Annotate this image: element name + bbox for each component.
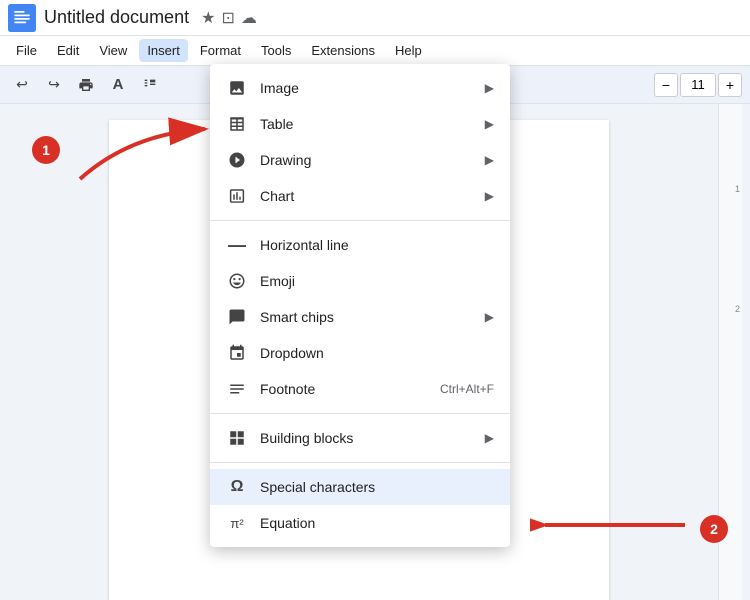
menu-help[interactable]: Help bbox=[387, 39, 430, 62]
ruler-mark-1: 1 bbox=[735, 184, 740, 194]
menu-extensions[interactable]: Extensions bbox=[303, 39, 383, 62]
table-label: Table bbox=[260, 116, 485, 132]
menu-bar: File Edit View Insert Format Tools Exten… bbox=[0, 36, 750, 66]
menu-item-drawing[interactable]: Drawing ▶ bbox=[210, 142, 510, 178]
drawing-icon bbox=[226, 149, 248, 171]
image-icon bbox=[226, 77, 248, 99]
drawing-arrow: ▶ bbox=[485, 153, 494, 167]
document-title[interactable]: Untitled document bbox=[44, 7, 189, 28]
menu-format[interactable]: Format bbox=[192, 39, 249, 62]
image-label: Image bbox=[260, 80, 485, 96]
increase-font-button[interactable]: + bbox=[718, 73, 742, 97]
table-icon bbox=[226, 113, 248, 135]
menu-view[interactable]: View bbox=[91, 39, 135, 62]
menu-item-table[interactable]: Table ▶ bbox=[210, 106, 510, 142]
menu-item-dropdown[interactable]: Dropdown bbox=[210, 335, 510, 371]
footnote-icon bbox=[226, 378, 248, 400]
horizontal-line-icon: — bbox=[226, 234, 248, 256]
image-arrow: ▶ bbox=[485, 81, 494, 95]
dropdown-label: Dropdown bbox=[260, 345, 494, 361]
title-icons: ★ ⊡ ☁ bbox=[201, 8, 257, 28]
menu-item-footnote[interactable]: Footnote Ctrl+Alt+F bbox=[210, 371, 510, 407]
menu-file[interactable]: File bbox=[8, 39, 45, 62]
font-size-input[interactable] bbox=[680, 73, 716, 97]
special-characters-label: Special characters bbox=[260, 479, 494, 495]
insert-icon-btn[interactable] bbox=[136, 71, 164, 99]
star-icon[interactable]: ★ bbox=[201, 8, 215, 28]
menu-insert[interactable]: Insert bbox=[139, 39, 188, 62]
print-button[interactable] bbox=[72, 71, 100, 99]
chart-arrow: ▶ bbox=[485, 189, 494, 203]
menu-item-special-characters[interactable]: Ω Special characters bbox=[210, 469, 510, 505]
menu-item-chart[interactable]: Chart ▶ bbox=[210, 178, 510, 214]
building-blocks-icon bbox=[226, 427, 248, 449]
docs-icon bbox=[8, 4, 36, 32]
table-arrow: ▶ bbox=[485, 117, 494, 131]
scrollbar[interactable] bbox=[742, 104, 750, 600]
smart-chips-arrow: ▶ bbox=[485, 310, 494, 324]
horizontal-line-label: Horizontal line bbox=[260, 237, 494, 253]
footnote-shortcut: Ctrl+Alt+F bbox=[440, 382, 494, 396]
menu-item-smart-chips[interactable]: Smart chips ▶ bbox=[210, 299, 510, 335]
badge-1: 1 bbox=[32, 136, 60, 164]
menu-item-emoji[interactable]: Emoji bbox=[210, 263, 510, 299]
menu-item-building-blocks[interactable]: Building blocks ▶ bbox=[210, 420, 510, 456]
redo-button[interactable]: ↪ bbox=[40, 71, 68, 99]
drawing-label: Drawing bbox=[260, 152, 485, 168]
emoji-icon bbox=[226, 270, 248, 292]
menu-edit[interactable]: Edit bbox=[49, 39, 87, 62]
badge-2: 2 bbox=[700, 515, 728, 543]
emoji-label: Emoji bbox=[260, 273, 494, 289]
building-blocks-arrow: ▶ bbox=[485, 431, 494, 445]
menu-item-image[interactable]: Image ▶ bbox=[210, 70, 510, 106]
building-blocks-label: Building blocks bbox=[260, 430, 485, 446]
drive-icon[interactable]: ⊡ bbox=[221, 8, 234, 28]
font-size-area: − + bbox=[654, 73, 742, 97]
menu-item-equation[interactable]: π² Equation bbox=[210, 505, 510, 541]
menu-tools[interactable]: Tools bbox=[253, 39, 299, 62]
equation-icon: π² bbox=[226, 512, 248, 534]
ruler-mark-2: 2 bbox=[735, 304, 740, 314]
dropdown-icon bbox=[226, 342, 248, 364]
chart-icon bbox=[226, 185, 248, 207]
font-button[interactable]: A bbox=[104, 71, 132, 99]
insert-dropdown-menu: Image ▶ Table ▶ Drawing ▶ Chart ▶ — Hori… bbox=[210, 64, 510, 547]
divider-1 bbox=[210, 220, 510, 221]
title-bar: Untitled document ★ ⊡ ☁ bbox=[0, 0, 750, 36]
equation-label: Equation bbox=[260, 515, 494, 531]
special-chars-icon: Ω bbox=[226, 476, 248, 498]
decrease-font-button[interactable]: − bbox=[654, 73, 678, 97]
divider-3 bbox=[210, 462, 510, 463]
menu-item-horizontal-line[interactable]: — Horizontal line bbox=[210, 227, 510, 263]
smart-chips-icon bbox=[226, 306, 248, 328]
smart-chips-label: Smart chips bbox=[260, 309, 485, 325]
chart-label: Chart bbox=[260, 188, 485, 204]
undo-button[interactable]: ↩ bbox=[8, 71, 36, 99]
cloud-icon: ☁ bbox=[241, 8, 257, 28]
footnote-label: Footnote bbox=[260, 381, 440, 397]
divider-2 bbox=[210, 413, 510, 414]
